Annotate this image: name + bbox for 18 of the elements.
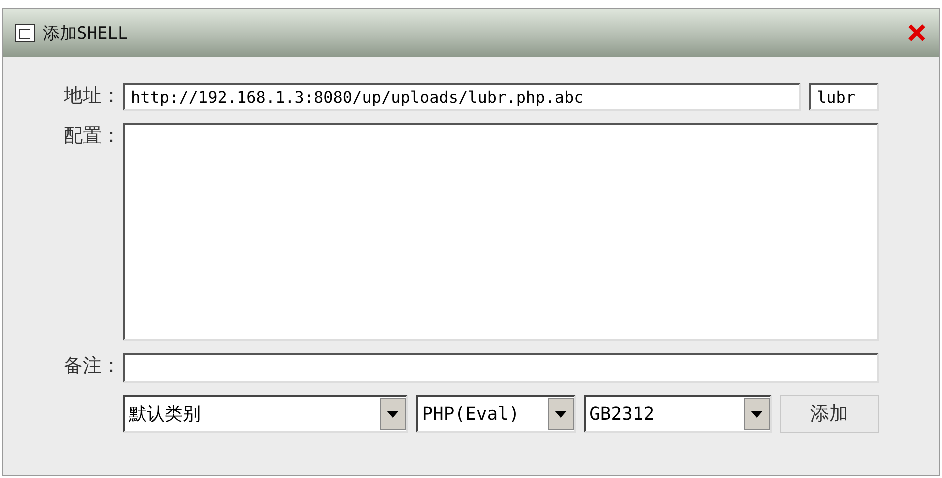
note-field[interactable] [123, 353, 879, 383]
caret-icon [744, 398, 770, 430]
config-label: 配置： [63, 124, 121, 149]
address-label: 地址： [63, 84, 121, 109]
window-title: 添加SHELL [43, 22, 130, 44]
window-icon [15, 24, 35, 42]
config-field[interactable] [123, 123, 879, 341]
close-button[interactable] [907, 23, 927, 43]
dropdown[interactable]: PHP(Eval) [416, 395, 576, 433]
add-button[interactable]: 添加 [780, 395, 879, 433]
dropdown[interactable]: GB2312 [584, 395, 772, 433]
password-field[interactable]: lubr [809, 83, 879, 111]
address-field[interactable]: http://192.168.1.3:8080/up/uploads/lubr.php.abc [123, 83, 801, 111]
close-icon [907, 23, 927, 43]
caret-icon [380, 398, 406, 430]
caret-icon [548, 398, 574, 430]
dropdown[interactable]: 默认类别 [123, 395, 408, 433]
note-label: 备注： [63, 354, 121, 379]
